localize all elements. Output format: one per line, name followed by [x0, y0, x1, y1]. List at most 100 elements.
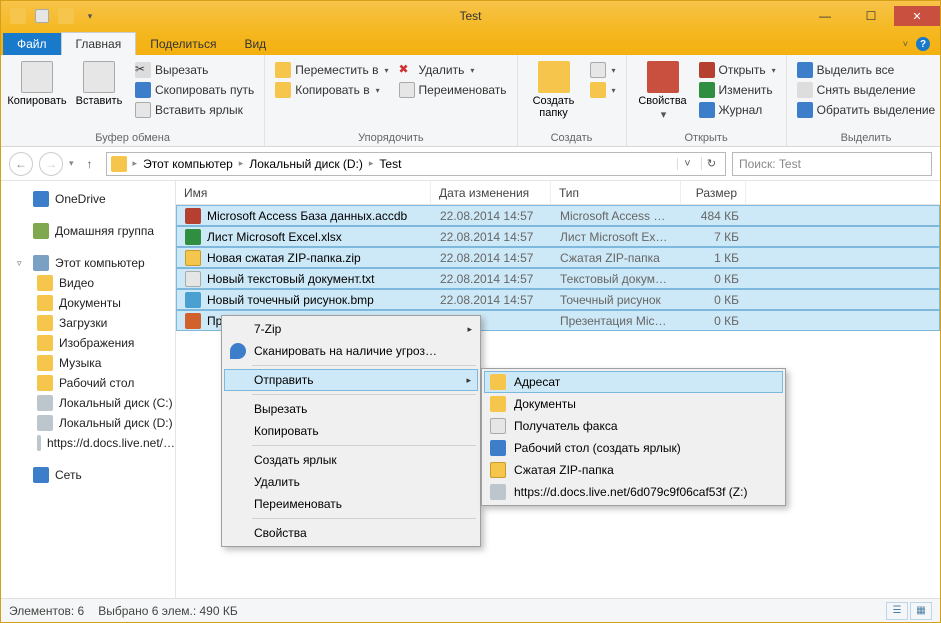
group-open: Свойства▾ Открыть▾ Изменить Журнал Откры… — [627, 55, 787, 146]
nav-drive-d[interactable]: Локальный диск (D:) — [9, 413, 175, 433]
sendto-zip[interactable]: Сжатая ZIP-папка — [484, 459, 783, 481]
col-size[interactable]: Размер — [681, 181, 746, 204]
sendto-netloc[interactable]: https://d.docs.live.net/6d079c9f06caf53f… — [484, 481, 783, 503]
qat-folder-icon[interactable] — [7, 5, 29, 27]
netdrive-icon — [490, 484, 506, 500]
edit-button[interactable]: Изменить — [697, 81, 778, 99]
table-row[interactable]: Новый точечный рисунок.bmp22.08.2014 14:… — [176, 289, 940, 310]
ctx-delete[interactable]: Удалить — [224, 471, 478, 493]
new-item-icon — [590, 62, 606, 78]
file-icon — [185, 313, 201, 329]
invert-icon — [797, 102, 813, 118]
group-label-new: Создать — [526, 130, 618, 144]
crumb-drive[interactable]: Локальный диск (D:) — [249, 157, 363, 171]
copy-to-button[interactable]: Копировать в▾ — [273, 81, 390, 99]
recent-dropdown[interactable]: ▾ — [69, 158, 74, 169]
easy-access-button[interactable]: ▾ — [588, 81, 618, 99]
view-icons-button[interactable]: ▦ — [910, 602, 932, 620]
view-details-button[interactable]: ☰ — [886, 602, 908, 620]
ctx-cut[interactable]: Вырезать — [224, 398, 478, 420]
col-date[interactable]: Дата изменения — [431, 181, 551, 204]
nav-music[interactable]: Музыка — [9, 353, 175, 373]
file-size: 484 КБ — [682, 209, 747, 223]
refresh-button[interactable]: ↻ — [701, 157, 721, 170]
delete-button[interactable]: ✖Удалить▾ — [397, 61, 509, 79]
ctx-scan[interactable]: Сканировать на наличие угроз… — [224, 340, 478, 362]
address-dropdown[interactable]: ˅ — [677, 158, 697, 170]
back-button[interactable]: ← — [9, 152, 33, 176]
ctx-send-to[interactable]: Отправить▸ — [224, 369, 478, 391]
nav-onedrive[interactable]: OneDrive — [9, 189, 175, 209]
sendto-desktop[interactable]: Рабочий стол (создать ярлык) — [484, 437, 783, 459]
nav-pictures[interactable]: Изображения — [9, 333, 175, 353]
move-to-button[interactable]: Переместить в▾ — [273, 61, 390, 79]
nav-desktop[interactable]: Рабочий стол — [9, 373, 175, 393]
rename-button[interactable]: Переименовать — [397, 81, 509, 99]
sendto-recipient[interactable]: Адресат — [484, 371, 783, 393]
nav-homegroup[interactable]: Домашняя группа — [9, 221, 175, 241]
ctx-rename[interactable]: Переименовать — [224, 493, 478, 515]
copy-path-button[interactable]: Скопировать путь — [133, 81, 256, 99]
minimize-button[interactable] — [802, 6, 848, 26]
sendto-documents[interactable]: Документы — [484, 393, 783, 415]
tab-view[interactable]: Вид — [230, 33, 280, 55]
invert-selection-button[interactable]: Обратить выделение — [795, 101, 938, 119]
mail-icon — [490, 374, 506, 390]
group-label-clipboard: Буфер обмена — [9, 130, 256, 144]
videos-icon — [37, 275, 53, 291]
address-bar[interactable]: ▸ Этот компьютер ▸ Локальный диск (D:) ▸… — [106, 152, 726, 176]
col-name[interactable]: Имя — [176, 181, 431, 204]
tab-home[interactable]: Главная — [61, 32, 137, 55]
cut-button[interactable]: ✂Вырезать — [133, 61, 256, 79]
nav-netdrive[interactable]: https://d.docs.live.net/… — [9, 433, 175, 453]
copy-path-icon — [135, 82, 151, 98]
col-type[interactable]: Тип — [551, 181, 681, 204]
nav-videos[interactable]: Видео — [9, 273, 175, 293]
sendto-fax[interactable]: Получатель факса — [484, 415, 783, 437]
table-row[interactable]: Microsoft Access База данных.accdb22.08.… — [176, 205, 940, 226]
crumb-this-pc[interactable]: Этот компьютер — [143, 157, 233, 171]
ctx-7zip[interactable]: 7-Zip▸ — [224, 318, 478, 340]
qat-properties-icon[interactable] — [31, 5, 53, 27]
up-button[interactable]: ↑ — [80, 154, 100, 174]
ribbon-collapse-icon[interactable]: ˅ — [903, 39, 908, 49]
ctx-shortcut[interactable]: Создать ярлык — [224, 449, 478, 471]
table-row[interactable]: Новый текстовый документ.txt22.08.2014 1… — [176, 268, 940, 289]
search-input[interactable]: Поиск: Test — [732, 152, 932, 176]
ctx-copy[interactable]: Копировать — [224, 420, 478, 442]
scissors-icon: ✂ — [135, 62, 151, 78]
copy-button[interactable]: Копировать — [9, 59, 65, 107]
paste-button[interactable]: Вставить — [71, 59, 127, 107]
select-all-button[interactable]: Выделить все — [795, 61, 938, 79]
address-bar-row: ← → ▾ ↑ ▸ Этот компьютер ▸ Локальный дис… — [1, 147, 940, 181]
qat-dropdown-icon[interactable]: ▾ — [79, 5, 101, 27]
delete-icon: ✖ — [399, 62, 415, 78]
nav-documents[interactable]: Документы — [9, 293, 175, 313]
new-item-button[interactable]: ▾ — [588, 61, 618, 79]
qat-new-folder-icon[interactable] — [55, 5, 77, 27]
downloads-icon — [37, 315, 53, 331]
ctx-properties[interactable]: Свойства — [224, 522, 478, 544]
nav-downloads[interactable]: Загрузки — [9, 313, 175, 333]
nav-this-pc[interactable]: ▿Этот компьютер — [9, 253, 175, 273]
crumb-folder[interactable]: Test — [379, 157, 401, 171]
file-icon — [185, 229, 201, 245]
tab-share[interactable]: Поделиться — [136, 33, 230, 55]
table-row[interactable]: Лист Microsoft Excel.xlsx22.08.2014 14:5… — [176, 226, 940, 247]
table-row[interactable]: Новая сжатая ZIP-папка.zip22.08.2014 14:… — [176, 247, 940, 268]
ribbon-help[interactable]: ˅? — [893, 32, 940, 56]
select-none-button[interactable]: Снять выделение — [795, 81, 938, 99]
history-button[interactable]: Журнал — [697, 101, 778, 119]
title-bar: ▾ Test — [1, 1, 940, 31]
maximize-button[interactable] — [848, 6, 894, 26]
paste-shortcut-button[interactable]: Вставить ярлык — [133, 101, 256, 119]
nav-drive-c[interactable]: Локальный диск (C:) — [9, 393, 175, 413]
new-folder-button[interactable]: Создать папку — [526, 59, 582, 119]
tab-file[interactable]: Файл — [3, 33, 61, 55]
forward-button[interactable]: → — [39, 152, 63, 176]
help-icon[interactable]: ? — [916, 37, 930, 51]
nav-network[interactable]: Сеть — [9, 465, 175, 485]
properties-button[interactable]: Свойства▾ — [635, 59, 691, 121]
open-button[interactable]: Открыть▾ — [697, 61, 778, 79]
close-button[interactable] — [894, 6, 940, 26]
